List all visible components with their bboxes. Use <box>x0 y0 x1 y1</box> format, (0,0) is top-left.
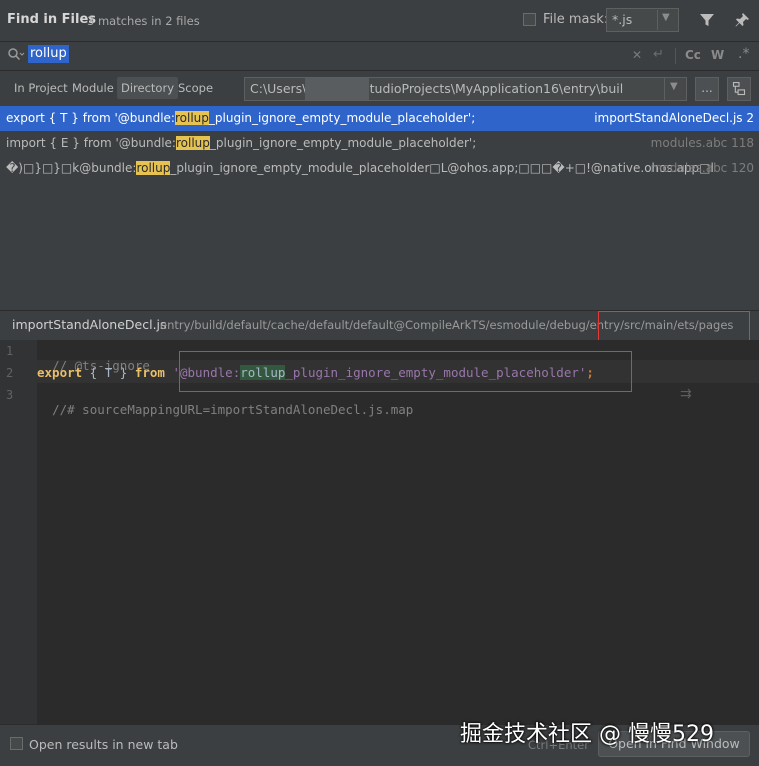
result-file: modules.abc 118 <box>650 136 754 150</box>
tab-scope[interactable]: Scope <box>178 81 213 95</box>
tab-in-project[interactable]: In Project <box>14 81 68 95</box>
line-number: 1 <box>6 344 14 358</box>
tab-directory[interactable]: Directory <box>117 77 179 99</box>
annotation-box <box>598 311 750 341</box>
file-mask-label: File mask: <box>543 12 609 27</box>
whole-word-toggle[interactable]: W <box>711 48 724 62</box>
result-text: �)□}□}□k@bundle:rollup_plugin_ignore_emp… <box>6 161 714 175</box>
result-row[interactable]: �)□}□}□k@bundle:rollup_plugin_ignore_emp… <box>0 156 759 181</box>
options-divider <box>675 48 676 64</box>
pin-icon[interactable] <box>734 12 750 28</box>
line-number: 2 <box>6 366 14 380</box>
open-new-tab-checkbox[interactable] <box>10 737 23 750</box>
regex-toggle[interactable]: .* <box>738 46 749 62</box>
browse-button[interactable]: ... <box>695 77 719 101</box>
file-mask-value: *.js <box>612 12 633 27</box>
match-highlight: rollup <box>136 161 171 175</box>
file-mask-checkbox[interactable] <box>523 13 536 26</box>
chevron-down-icon[interactable]: ▼ <box>662 12 670 23</box>
recursive-icon[interactable] <box>727 77 751 101</box>
annotation-box <box>179 351 632 392</box>
match-count: 3 matches in 2 files <box>87 14 200 28</box>
result-row[interactable]: import { E } from '@bundle:rollup_plugin… <box>0 131 759 156</box>
match-highlight: rollup <box>175 136 210 150</box>
result-file: importStandAloneDecl.js 2 <box>594 111 754 125</box>
filter-icon[interactable] <box>699 12 715 28</box>
match-case-toggle[interactable]: Cc <box>685 48 701 62</box>
tab-module[interactable]: Module <box>72 81 114 95</box>
combo-divider <box>657 10 658 30</box>
line-number: 3 <box>6 388 14 402</box>
search-icon[interactable] <box>7 47 25 63</box>
match-highlight: rollup <box>174 111 209 125</box>
search-bar <box>0 42 759 71</box>
dialog-title: Find in Files <box>7 12 97 27</box>
result-row[interactable]: export { T } from '@bundle:rollup_plugin… <box>0 106 759 131</box>
result-text: import { E } from '@bundle:rollup_plugin… <box>6 136 477 150</box>
clear-icon[interactable]: ✕ <box>632 48 642 62</box>
watermark: 掘金技术社区 @ 慢慢529 <box>460 722 714 747</box>
search-input[interactable]: rollup <box>28 45 69 63</box>
result-file: modules.abc 120 <box>650 161 754 175</box>
result-text: export { T } from '@bundle:rollup_plugin… <box>6 111 476 125</box>
soft-wrap-icon[interactable]: ⇉ <box>680 386 692 402</box>
redacted-username <box>305 78 369 100</box>
newline-icon[interactable]: ↵ <box>653 47 664 62</box>
chevron-down-icon[interactable]: ▼ <box>670 81 678 92</box>
results-list: export { T } from '@bundle:rollup_plugin… <box>0 106 759 309</box>
combo-divider <box>664 78 665 100</box>
preview-file-name: importStandAloneDecl.js <box>12 317 167 332</box>
open-new-tab-label: Open results in new tab <box>29 737 178 752</box>
